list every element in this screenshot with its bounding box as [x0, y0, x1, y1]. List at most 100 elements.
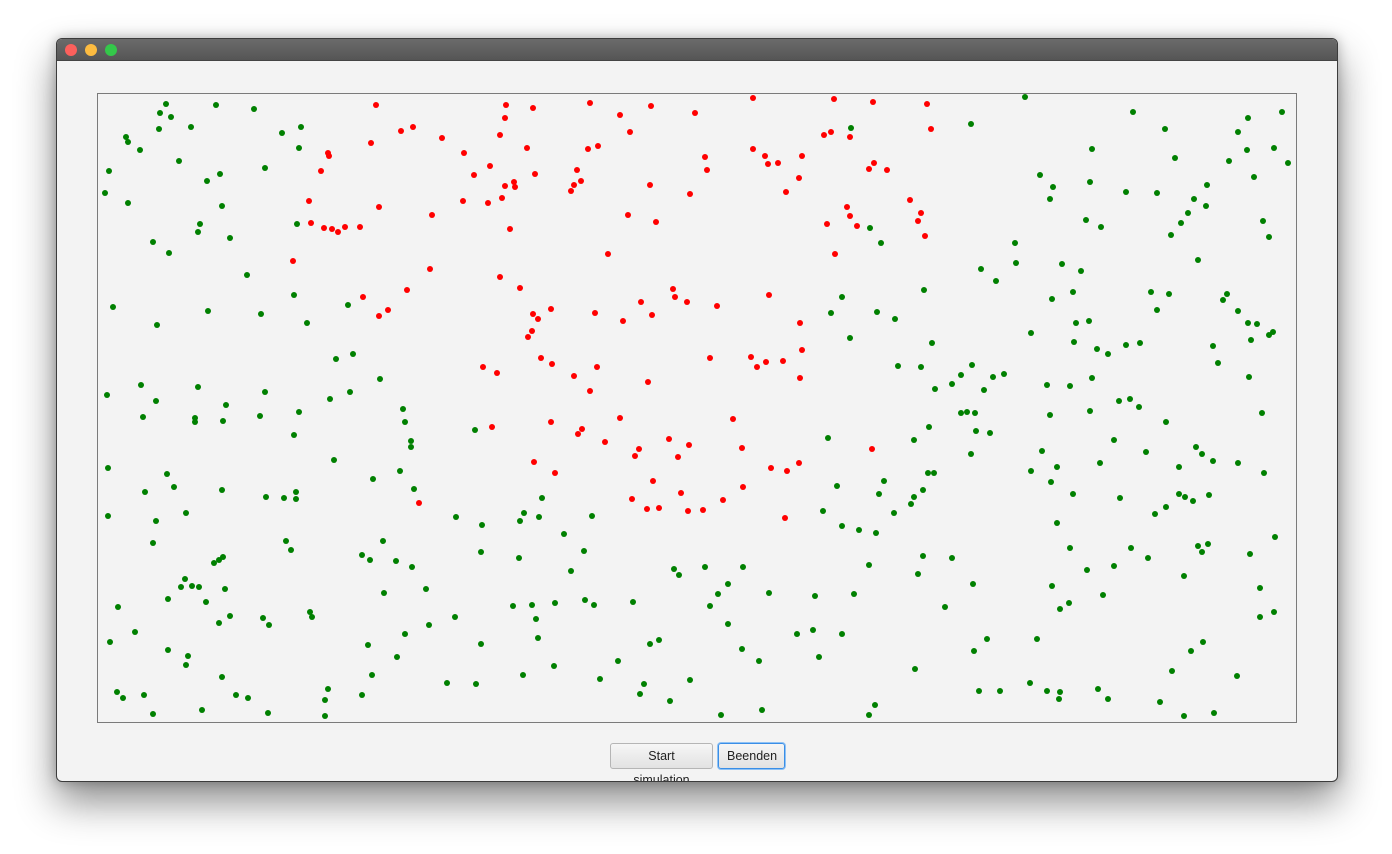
healthy-particle	[120, 695, 126, 701]
healthy-particle	[1272, 534, 1278, 540]
start-simulation-button[interactable]: Start simulation	[610, 743, 713, 781]
healthy-particle	[288, 547, 294, 553]
healthy-particle	[1251, 174, 1257, 180]
infected-particle	[368, 140, 374, 146]
healthy-particle	[298, 124, 304, 130]
healthy-particle	[908, 501, 914, 507]
infected-particle	[487, 163, 493, 169]
healthy-particle	[1206, 492, 1212, 498]
healthy-particle	[1057, 689, 1063, 695]
healthy-particle	[400, 406, 406, 412]
healthy-particle	[327, 396, 333, 402]
healthy-particle	[949, 381, 955, 387]
healthy-particle	[981, 387, 987, 393]
healthy-particle	[993, 278, 999, 284]
infected-particle	[884, 167, 890, 173]
healthy-particle	[262, 165, 268, 171]
healthy-particle	[365, 642, 371, 648]
healthy-particle	[367, 557, 373, 563]
healthy-particle	[971, 648, 977, 654]
healthy-particle	[168, 114, 174, 120]
quit-button[interactable]: Beenden	[718, 743, 785, 769]
healthy-particle	[322, 713, 328, 719]
healthy-particle	[589, 513, 595, 519]
healthy-particle	[972, 410, 978, 416]
healthy-particle	[766, 590, 772, 596]
healthy-particle	[105, 465, 111, 471]
healthy-particle	[756, 658, 762, 664]
healthy-particle	[926, 424, 932, 430]
healthy-particle	[1199, 549, 1205, 555]
infected-particle	[907, 197, 913, 203]
healthy-particle	[1145, 555, 1151, 561]
infected-particle	[326, 153, 332, 159]
healthy-particle	[812, 593, 818, 599]
title-bar[interactable]	[57, 39, 1337, 61]
maximize-icon[interactable]	[105, 44, 117, 56]
healthy-particle	[1117, 495, 1123, 501]
infected-particle	[847, 213, 853, 219]
infected-particle	[552, 470, 558, 476]
healthy-particle	[309, 614, 315, 620]
infected-particle	[575, 431, 581, 437]
healthy-particle	[195, 384, 201, 390]
infected-particle	[796, 460, 802, 466]
healthy-particle	[851, 591, 857, 597]
healthy-particle	[227, 235, 233, 241]
infected-particle	[685, 508, 691, 514]
healthy-particle	[197, 221, 203, 227]
infected-particle	[568, 188, 574, 194]
infected-particle	[342, 224, 348, 230]
healthy-particle	[533, 616, 539, 622]
healthy-particle	[1049, 583, 1055, 589]
healthy-particle	[195, 229, 201, 235]
healthy-particle	[165, 647, 171, 653]
healthy-particle	[892, 316, 898, 322]
infected-particle	[525, 334, 531, 340]
healthy-particle	[1148, 289, 1154, 295]
healthy-particle	[920, 553, 926, 559]
healthy-particle	[211, 560, 217, 566]
healthy-particle	[551, 663, 557, 669]
healthy-particle	[1094, 346, 1100, 352]
healthy-particle	[294, 221, 300, 227]
infected-particle	[799, 153, 805, 159]
app-window: Start simulation Beenden	[56, 38, 1338, 782]
healthy-particle	[304, 320, 310, 326]
healthy-particle	[262, 389, 268, 395]
healthy-particle	[394, 654, 400, 660]
healthy-particle	[816, 654, 822, 660]
infected-particle	[666, 436, 672, 442]
infected-particle	[750, 95, 756, 101]
healthy-particle	[516, 555, 522, 561]
healthy-particle	[1260, 218, 1266, 224]
infected-particle	[617, 415, 623, 421]
healthy-particle	[102, 190, 108, 196]
healthy-particle	[1215, 360, 1221, 366]
infected-particle	[656, 505, 662, 511]
healthy-particle	[1200, 639, 1206, 645]
healthy-particle	[1181, 713, 1187, 719]
healthy-particle	[165, 596, 171, 602]
close-icon[interactable]	[65, 44, 77, 56]
minimize-icon[interactable]	[85, 44, 97, 56]
simulation-canvas	[97, 93, 1297, 723]
infected-particle	[922, 233, 928, 239]
healthy-particle	[1234, 673, 1240, 679]
healthy-particle	[1163, 419, 1169, 425]
healthy-particle	[408, 438, 414, 444]
button-bar: Start simulation Beenden	[57, 743, 1337, 781]
healthy-particle	[251, 106, 257, 112]
infected-particle	[714, 303, 720, 309]
healthy-particle	[283, 538, 289, 544]
healthy-particle	[192, 419, 198, 425]
healthy-particle	[452, 614, 458, 620]
infected-particle	[647, 182, 653, 188]
healthy-particle	[932, 386, 938, 392]
healthy-particle	[1181, 573, 1187, 579]
healthy-particle	[582, 597, 588, 603]
healthy-particle	[1176, 464, 1182, 470]
healthy-particle	[217, 171, 223, 177]
infected-particle	[748, 354, 754, 360]
healthy-particle	[265, 710, 271, 716]
